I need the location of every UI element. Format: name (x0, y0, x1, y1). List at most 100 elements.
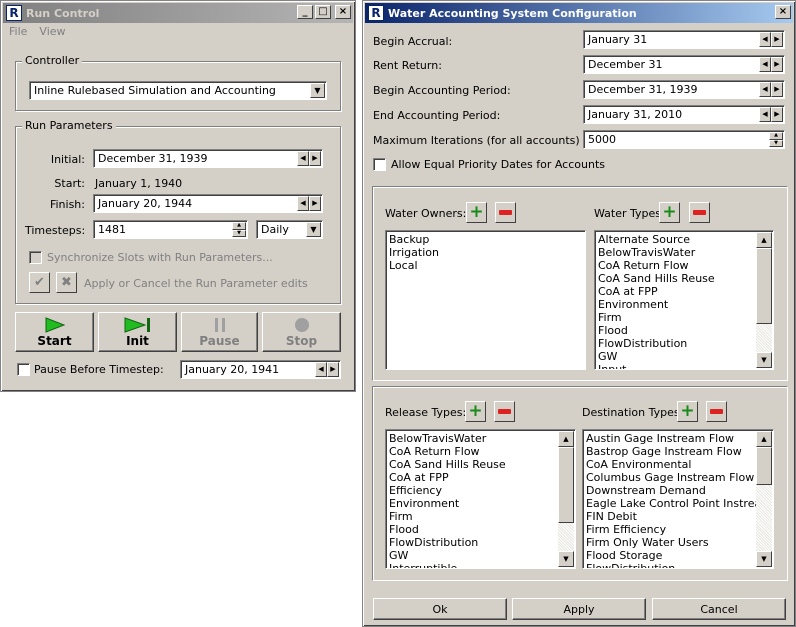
max-iterations-field[interactable]: 5000 ▲ ▼ (583, 130, 785, 149)
list-item[interactable]: Austin Gage Instream Flow (586, 432, 756, 445)
list-item[interactable]: Environment (598, 298, 756, 311)
remove-water-owner-button[interactable] (495, 202, 516, 223)
release-types-list[interactable]: BelowTravisWater CoA Return Flow CoA Sand … (385, 429, 576, 569)
arrow-down-icon[interactable]: ▼ (769, 139, 783, 147)
list-item[interactable]: Interruptible (389, 562, 558, 568)
list-item[interactable]: CoA at FPP (598, 285, 756, 298)
list-item[interactable]: CoA Return Flow (598, 259, 756, 272)
rent-return-field[interactable]: December 31 ◀ ▶ (583, 55, 785, 74)
timesteps-field[interactable]: 1481 ▲ ▼ (93, 220, 248, 239)
arrow-down-icon[interactable]: ▼ (756, 352, 772, 368)
list-item[interactable]: GW (598, 350, 756, 363)
list-item[interactable]: Firm Only Water Users (586, 536, 756, 549)
list-item[interactable]: FlowDistribution (389, 536, 558, 549)
cancel-edits-button[interactable]: ✖ (56, 272, 77, 293)
arrow-left-icon[interactable]: ◀ (759, 82, 771, 97)
release-types-scrollbar[interactable]: ▲ ▼ (558, 431, 574, 567)
add-release-type-button[interactable]: + (465, 401, 486, 422)
list-item[interactable]: Flood Storage (586, 549, 756, 562)
apply-button[interactable]: Apply (512, 598, 646, 620)
allow-equal-priority-checkbox[interactable] (373, 158, 386, 171)
arrow-right-icon[interactable]: ▶ (309, 151, 321, 166)
pause-before-date-field[interactable]: January 20, 1941 ◀ ▶ (180, 360, 341, 379)
arrow-left-icon[interactable]: ◀ (297, 196, 309, 211)
list-item[interactable]: Eagle Lake Control Point Instrea... (586, 497, 756, 510)
minimize-button[interactable]: _ (297, 5, 313, 19)
start-button[interactable]: Start (15, 312, 94, 352)
list-item[interactable]: FlowDistribution (598, 337, 756, 350)
remove-water-type-button[interactable] (689, 202, 710, 223)
remove-destination-type-button[interactable] (706, 401, 727, 422)
arrow-left-icon[interactable]: ◀ (759, 57, 771, 72)
list-item[interactable]: CoA Sand Hills Reuse (389, 458, 558, 471)
list-item[interactable]: Alternate Source (598, 233, 756, 246)
remove-release-type-button[interactable] (494, 401, 515, 422)
list-item[interactable]: CoA Return Flow (389, 445, 558, 458)
arrow-up-icon[interactable]: ▲ (232, 222, 246, 230)
scroll-thumb[interactable] (756, 248, 772, 324)
add-destination-type-button[interactable]: + (677, 401, 698, 422)
chevron-down-icon[interactable]: ▼ (306, 222, 321, 237)
list-item[interactable]: Flood (598, 324, 756, 337)
arrow-left-icon[interactable]: ◀ (297, 151, 309, 166)
list-item[interactable]: Local (389, 259, 582, 272)
water-types-list[interactable]: Alternate Source BelowTravisWater CoA Retu… (594, 230, 774, 370)
list-item[interactable]: Firm (598, 311, 756, 324)
begin-accrual-field[interactable]: January 31 ◀ ▶ (583, 30, 785, 49)
chevron-down-icon[interactable]: ▼ (310, 83, 325, 98)
destination-types-list[interactable]: Austin Gage Instream Flow Bastrop Gage In… (582, 429, 774, 569)
controller-select[interactable]: Inline Rulebased Simulation and Accounti… (29, 81, 327, 100)
maximize-button[interactable]: □ (315, 5, 331, 19)
menu-file[interactable]: File (9, 25, 27, 41)
arrow-left-icon[interactable]: ◀ (759, 32, 771, 47)
list-item[interactable]: Environment (389, 497, 558, 510)
arrow-up-icon[interactable]: ▲ (756, 431, 772, 447)
list-item[interactable]: Irrigation (389, 246, 582, 259)
list-item[interactable]: Flood (389, 523, 558, 536)
arrow-right-icon[interactable]: ▶ (771, 32, 783, 47)
cancel-button[interactable]: Cancel (652, 598, 786, 620)
arrow-up-icon[interactable]: ▲ (558, 431, 574, 447)
pause-button[interactable]: Pause (181, 312, 258, 352)
arrow-up-icon[interactable]: ▲ (769, 132, 783, 140)
arrow-right-icon[interactable]: ▶ (771, 107, 783, 122)
timestep-unit-select[interactable]: Daily ▼ (256, 220, 323, 239)
begin-period-field[interactable]: December 31, 1939 ◀ ▶ (583, 80, 785, 99)
ok-button[interactable]: Ok (373, 598, 507, 620)
close-button[interactable]: × (775, 5, 791, 19)
list-item[interactable]: Efficiency (389, 484, 558, 497)
arrow-right-icon[interactable]: ▶ (771, 57, 783, 72)
list-item[interactable]: CoA at FPP (389, 471, 558, 484)
list-item[interactable]: Firm Efficiency (586, 523, 756, 536)
list-item[interactable]: BelowTravisWater (389, 432, 558, 445)
close-button[interactable]: × (335, 5, 351, 19)
arrow-right-icon[interactable]: ▶ (327, 362, 339, 377)
arrow-left-icon[interactable]: ◀ (315, 362, 327, 377)
wasc-titlebar[interactable]: R Water Accounting System Configuration … (365, 3, 793, 23)
destination-types-scrollbar[interactable]: ▲ ▼ (756, 431, 772, 567)
list-item[interactable]: GW (389, 549, 558, 562)
list-item[interactable]: Downstream Demand (586, 484, 756, 497)
scroll-thumb[interactable] (558, 447, 574, 523)
end-period-field[interactable]: January 31, 2010 ◀ ▶ (583, 105, 785, 124)
run-control-titlebar[interactable]: R Run Control _ □ × (3, 3, 353, 23)
water-owners-list[interactable]: Backup Irrigation Local (385, 230, 586, 370)
arrow-right-icon[interactable]: ▶ (309, 196, 321, 211)
list-item[interactable]: CoA Environmental (586, 458, 756, 471)
add-water-type-button[interactable]: + (659, 202, 680, 223)
list-item[interactable]: CoA Sand Hills Reuse (598, 272, 756, 285)
arrow-up-icon[interactable]: ▲ (756, 232, 772, 248)
water-types-scrollbar[interactable]: ▲ ▼ (756, 232, 772, 368)
scroll-thumb[interactable] (756, 447, 772, 485)
list-item[interactable]: FIN Debit (586, 510, 756, 523)
initial-date-field[interactable]: December 31, 1939 ◀ ▶ (93, 149, 323, 168)
list-item[interactable]: Bastrop Gage Instream Flow (586, 445, 756, 458)
finish-date-field[interactable]: January 20, 1944 ◀ ▶ (93, 194, 323, 213)
list-item[interactable]: BelowTravisWater (598, 246, 756, 259)
add-water-owner-button[interactable]: + (466, 202, 487, 223)
stop-button[interactable]: Stop (262, 312, 341, 352)
list-item[interactable]: Columbus Gage Instream Flow (586, 471, 756, 484)
list-item[interactable]: Firm (389, 510, 558, 523)
apply-edits-button[interactable]: ✔ (29, 272, 50, 293)
arrow-down-icon[interactable]: ▼ (756, 551, 772, 567)
